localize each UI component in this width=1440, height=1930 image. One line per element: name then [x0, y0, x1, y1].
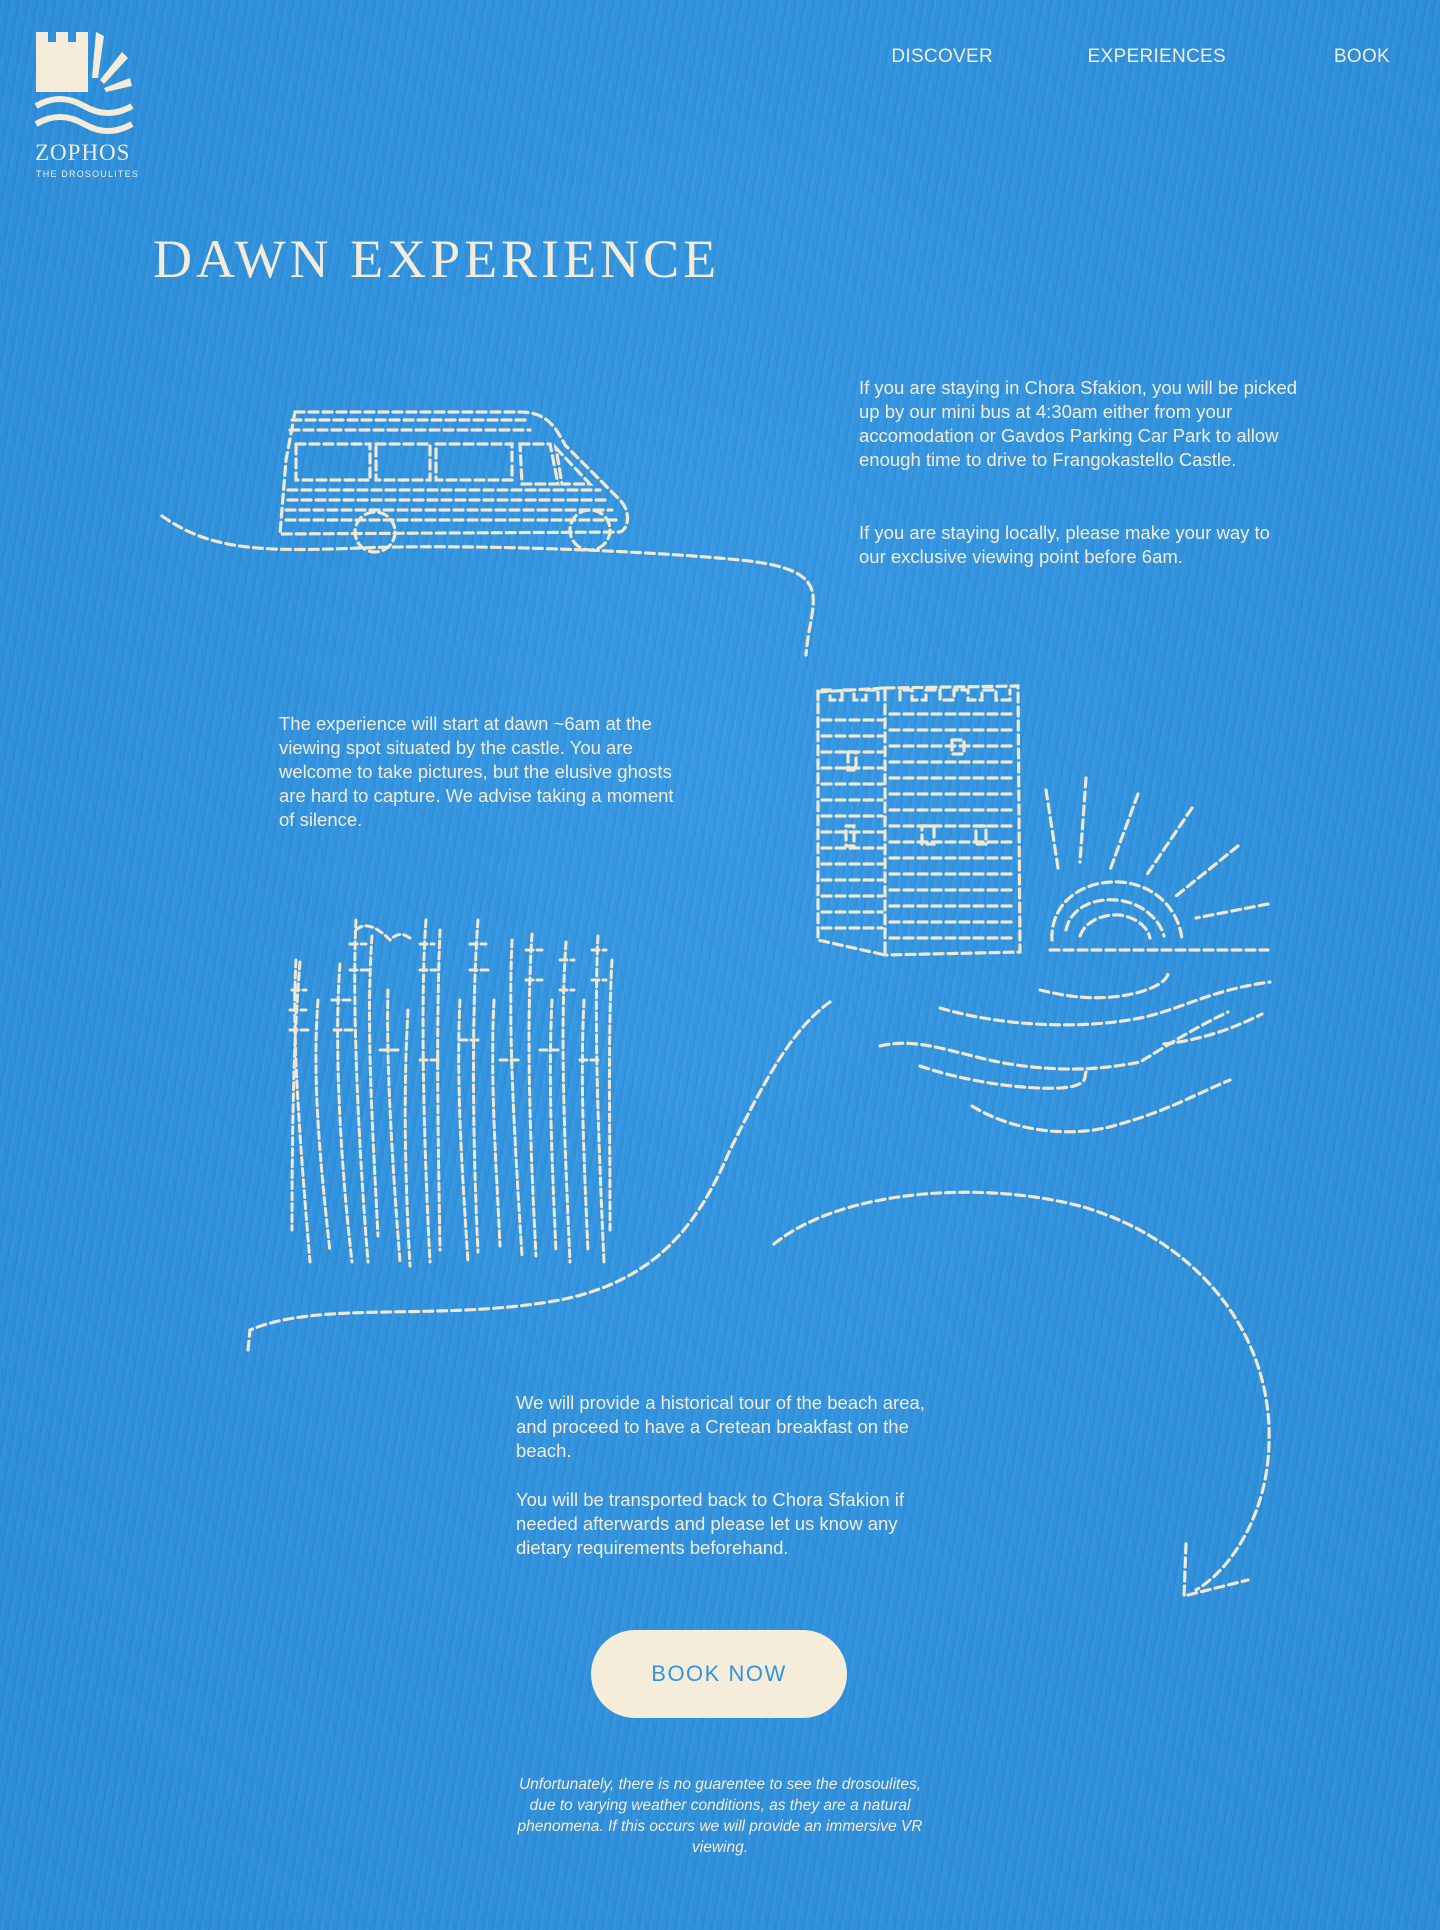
book-now-button[interactable]: BOOK NOW [591, 1630, 847, 1718]
dashed-path-arrow [160, 514, 815, 657]
castle-illustration [816, 684, 1022, 957]
ghost-figures-illustration [288, 918, 614, 1268]
sunrise-illustration [1044, 776, 1270, 952]
pickup-paragraph-1: If you are staying in Chora Sfakion, you… [859, 377, 1298, 470]
dawn-paragraph: The experience will start at dawn ~6am a… [279, 713, 674, 830]
sea-waves-illustration [878, 968, 1272, 1134]
disclaimer-text: Unfortunately, there is no guarentee to … [517, 1776, 923, 1856]
breakfast-paragraph-2: You will be transported back to Chora Sf… [516, 1489, 905, 1558]
minibus-illustration [278, 410, 630, 554]
pickup-paragraph-2: If you are staying locally, please make … [859, 522, 1270, 567]
breakfast-paragraph-1: We will provide a historical tour of the… [516, 1392, 925, 1461]
